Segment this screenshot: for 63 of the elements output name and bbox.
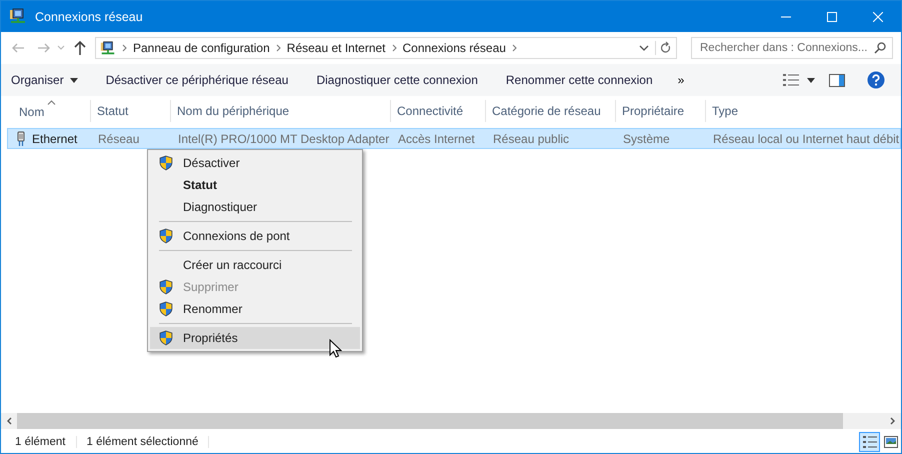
close-icon	[873, 12, 883, 22]
shield-icon	[159, 228, 173, 244]
search-icon	[874, 42, 886, 54]
menu-item[interactable]: Propriétés	[150, 327, 360, 349]
table-cell-text: Réseau public	[492, 132, 570, 146]
chevron-right-icon	[512, 44, 517, 52]
shield-icon	[159, 301, 173, 317]
preview-pane-icon[interactable]	[829, 74, 845, 86]
network-folder-icon	[100, 40, 116, 56]
dropdown-arrow-icon	[70, 78, 78, 82]
menu-item[interactable]: Statut	[150, 174, 360, 196]
table-cell: Ethernet	[32, 132, 78, 146]
column-header[interactable]: Connectivité	[391, 100, 486, 122]
table-cell-text: Réseau local ou Internet haut débit	[712, 132, 900, 146]
table-row[interactable]: Ethernet Réseau Intel(R) PRO/1000 MT Desktop Adapter Accès Internet Réseau public Système Réseau local ou Internet haut débit	[7, 128, 901, 149]
chevron-down-icon[interactable]	[639, 45, 649, 51]
scrollbar-thumb[interactable]	[17, 413, 843, 429]
sort-ascending-icon	[47, 100, 56, 105]
chevron-right-icon	[276, 44, 281, 52]
toolbar-button[interactable]: Organiser	[11, 67, 87, 93]
toolbar-button[interactable]: Diagnostiquer cette connexion	[307, 67, 487, 93]
breadcrumb[interactable]: Connexions réseau	[402, 41, 506, 55]
help-icon[interactable]	[867, 71, 885, 89]
up-arrow-icon[interactable]	[73, 40, 87, 56]
maximize-icon	[827, 12, 837, 22]
column-header[interactable]: Type	[706, 100, 901, 122]
status-text: 1 élément sélectionné	[86, 436, 210, 448]
menu-item[interactable]: Renommer	[150, 298, 360, 320]
menu-item[interactable]: Créer un raccourci	[150, 254, 360, 276]
column-header[interactable]: Statut	[91, 100, 171, 122]
address-bar[interactable]: Panneau de configuration Réseau et Internet Connexions réseau	[95, 37, 677, 59]
menu-item[interactable]: Désactiver	[150, 152, 360, 174]
mouse-pointer-icon	[329, 339, 342, 358]
shield-icon	[159, 330, 173, 346]
column-header[interactable]: Nom du périphérique	[171, 100, 391, 122]
column-header[interactable]: Propriétaire	[616, 100, 706, 122]
chevron-right-icon	[122, 44, 127, 52]
toolbar-button[interactable]: Désactiver ce périphérique réseau	[96, 67, 298, 93]
column-header[interactable]: Nom	[11, 100, 91, 122]
toolbar-button[interactable]: Renommer cette connexion	[496, 67, 662, 93]
status-text: 1 élément	[15, 436, 77, 448]
shield-icon	[159, 155, 173, 171]
table-cell-text: Réseau	[97, 132, 140, 146]
shield-icon	[159, 279, 173, 295]
breadcrumb[interactable]: Réseau et Internet	[286, 41, 386, 55]
details-view-button[interactable]	[859, 432, 880, 452]
details-view-icon[interactable]	[783, 73, 799, 87]
more-button[interactable]: »	[672, 73, 690, 87]
dropdown-arrow-icon[interactable]	[807, 78, 815, 82]
network-folder-icon	[9, 8, 27, 25]
scroll-left-icon[interactable]	[6, 417, 12, 425]
table-cell-text: Intel(R) PRO/1000 MT Desktop Adapter	[177, 132, 390, 146]
ethernet-plug-icon	[16, 130, 26, 146]
window-title: Connexions réseau	[35, 10, 143, 24]
menu-item[interactable]: Diagnostiquer	[150, 196, 360, 218]
table-cell-text: Système	[622, 132, 671, 146]
scroll-right-icon[interactable]	[890, 417, 896, 425]
menu-item[interactable]: Connexions de pont	[150, 225, 360, 247]
breadcrumb[interactable]: Panneau de configuration	[133, 41, 270, 55]
search-field[interactable]: Rechercher dans : Connexions...	[691, 37, 893, 59]
table-cell-text: Accès Internet	[397, 132, 476, 146]
chevron-right-icon	[392, 44, 397, 52]
column-header[interactable]: Catégorie de réseau	[486, 100, 616, 122]
